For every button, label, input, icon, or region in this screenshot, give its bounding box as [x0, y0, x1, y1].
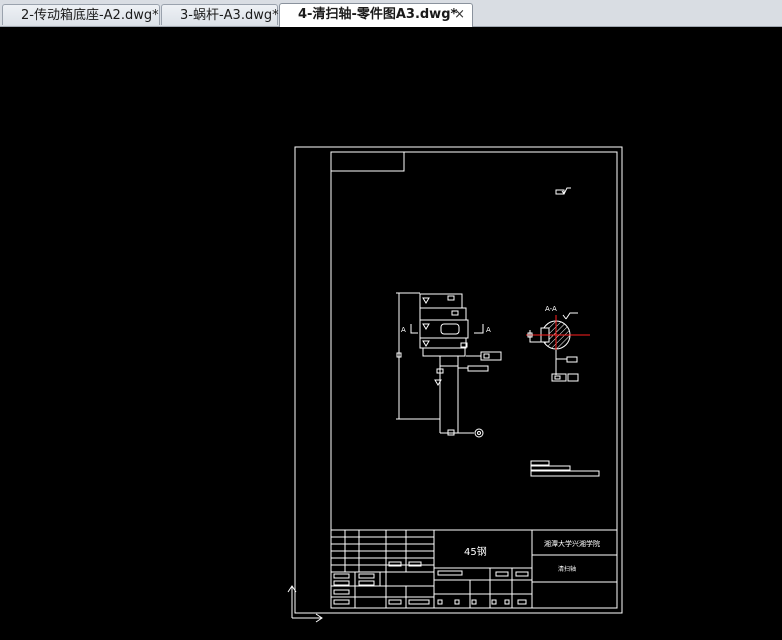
- document-tab-bar: 2-传动箱底座-A2.dwg* 3-蜗杆-A3.dwg* 4-清扫轴-零件图A3…: [0, 0, 782, 27]
- ucs-axis-icon[interactable]: [287, 585, 323, 623]
- tab-label: 3-蜗杆-A3.dwg*: [180, 8, 279, 23]
- material-text: 45钢: [464, 545, 487, 558]
- roughness-symbol: [555, 187, 571, 195]
- tab-label: 2-传动箱底座-A2.dwg*: [21, 8, 159, 23]
- drawing-canvas[interactable]: A A A-A 45钢 湘潭大学兴湘学院 清扫轴: [0, 27, 782, 636]
- part-name-text: 清扫轴: [558, 565, 576, 573]
- cad-drawing: A A A-A 45钢 湘潭大学兴湘学院 清扫轴: [287, 146, 623, 623]
- tab-transmission-base[interactable]: 2-传动箱底座-A2.dwg*: [2, 4, 160, 25]
- section-marker-left: A: [401, 326, 406, 334]
- section-view: [526, 312, 590, 382]
- section-label: A-A: [545, 305, 557, 313]
- tab-worm[interactable]: 3-蜗杆-A3.dwg*: [161, 4, 279, 25]
- tab-cleaning-shaft[interactable]: 4-清扫轴-零件图A3.dwg* ×: [279, 3, 473, 27]
- tab-label: 4-清扫轴-零件图A3.dwg*: [298, 7, 458, 22]
- section-marker-right: A: [486, 326, 491, 334]
- technical-requirements: [530, 460, 600, 477]
- close-icon[interactable]: ×: [454, 4, 465, 25]
- shaft-main-view: [396, 292, 502, 438]
- drawing-number-box: [330, 151, 405, 172]
- school-name-text: 湘潭大学兴湘学院: [544, 539, 600, 548]
